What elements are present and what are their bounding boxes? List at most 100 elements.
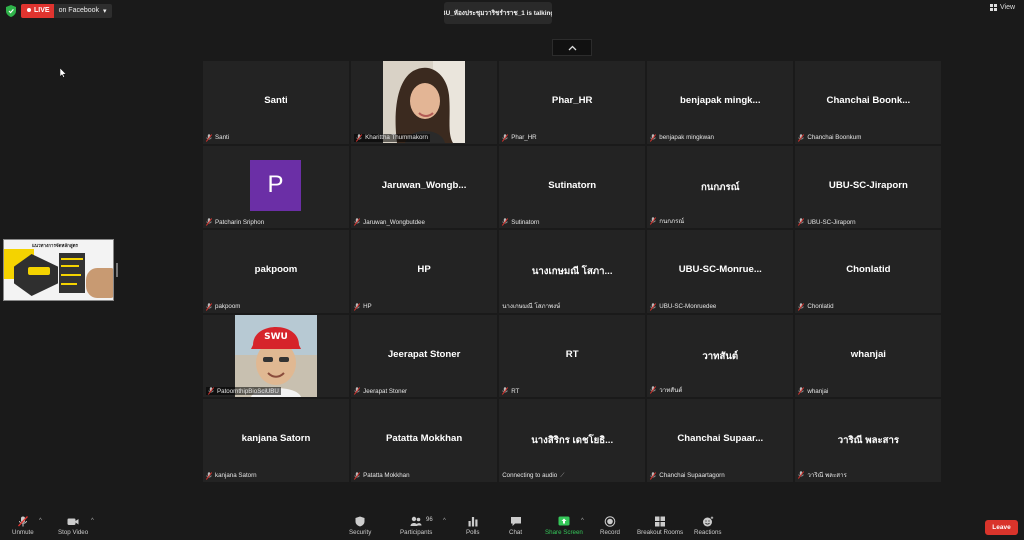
participant-footer-name: UBU-SC-Monruedee [659, 303, 717, 311]
reactions-button[interactable]: Reactions [694, 516, 722, 536]
participant-footer-name: Chanchai Boonkum [807, 134, 862, 142]
slide-graphic [61, 274, 81, 276]
meeting-toolbar: Unmute ^ Stop Video ^ Security Participa… [0, 510, 1024, 540]
participant-tile[interactable]: pakpoom pakpoom [203, 230, 349, 313]
participant-tile[interactable]: HP HP [351, 230, 498, 313]
participant-tile[interactable]: Santi Santi [203, 61, 349, 144]
participant-footer: นางเกษมณี โสภาพงษ์ [502, 301, 560, 311]
muted-mic-icon [206, 472, 212, 480]
participant-tile[interactable]: Jeerapat Stoner Jeerapat Stoner [351, 314, 498, 398]
share-screen-arrow-icon [558, 516, 570, 526]
muted-mic-icon [356, 133, 363, 142]
participant-name: RT [565, 348, 579, 360]
participant-footer: วาทสันต์ [650, 385, 682, 395]
breakout-rooms-label: Breakout Rooms [637, 529, 684, 536]
slide-graphic [28, 267, 50, 275]
share-options-caret-icon[interactable]: ^ [581, 518, 584, 524]
participant-tile[interactable]: UBU-SC-Jiraporn UBU-SC-Jiraporn [795, 145, 942, 229]
participant-footer: Patatta Mokkhan [354, 472, 410, 480]
muted-mic-icon [798, 387, 805, 396]
participant-name: Jeerapat Stoner [387, 348, 461, 360]
facebook-stream-menu[interactable]: on Facebook ▾ [53, 4, 112, 18]
participant-tile[interactable]: วาริณี พละสาร วาริณี พละสาร [795, 399, 942, 482]
video-options-caret-icon[interactable]: ^ [91, 518, 94, 524]
participant-name: กนกภรณ์ [701, 181, 740, 193]
audio-options-caret-icon[interactable]: ^ [39, 518, 42, 524]
thumbnail-resize-handle[interactable] [116, 263, 118, 277]
participant-footer: PatoomthipBioSciUBU [206, 387, 281, 396]
security-button[interactable]: Security [349, 516, 371, 536]
security-shield-icon[interactable] [6, 5, 16, 17]
participant-tile[interactable]: Patatta Mokkhan Patatta Mokkhan [351, 399, 498, 482]
participant-tile[interactable]: RT RT [499, 314, 646, 398]
participant-tile[interactable]: Kharittha Thummakorn [351, 61, 498, 144]
shared-screen-thumbnail[interactable]: แนวทางการจัดหลักสูตร [3, 239, 114, 301]
participant-tile[interactable]: whanjai whanjai [795, 314, 942, 398]
participant-gallery: Santi Santi Kharittha Thummakorn Phar_HR Pha… [203, 61, 942, 482]
participant-name: UBU-SC-Jiraporn [828, 179, 908, 191]
record-button[interactable]: Record [600, 516, 620, 536]
participant-name: pakpoom [254, 264, 298, 276]
share-screen-label: Share Screen [545, 529, 583, 536]
leave-button[interactable]: Leave [985, 520, 1018, 535]
muted-mic-icon [502, 133, 509, 142]
share-screen-button[interactable]: Share Screen [545, 516, 583, 536]
participant-footer-name: นางเกษมณี โสภาพงษ์ [502, 302, 561, 310]
participant-tile[interactable]: Sutinatorn Sutinatorn [499, 145, 646, 229]
participant-footer-name: Sutinatorn [511, 218, 540, 226]
muted-mic-icon [208, 387, 214, 396]
polls-button[interactable]: Polls [466, 516, 479, 536]
view-button[interactable]: View [990, 4, 1015, 11]
live-streaming-badge[interactable]: LIVE on Facebook ▾ [21, 4, 112, 18]
participant-name: Sutinatorn [548, 179, 597, 191]
participant-tile[interactable]: UBU-SC-Monrue... UBU-SC-Monruedee [647, 230, 794, 313]
participant-footer: Jaruwan_Wongbutdee [354, 218, 425, 226]
participants-options-caret-icon[interactable]: ^ [443, 518, 446, 524]
participant-tile[interactable]: Chonlatid Chonlatid [795, 230, 942, 313]
chevron-down-icon: ▾ [103, 8, 107, 15]
participant-footer-name: HP [363, 303, 372, 311]
participant-name: Phar_HR [551, 95, 593, 106]
participant-tile[interactable]: Jaruwan_Wongb... Jaruwan_Wongbutdee [351, 145, 498, 229]
participant-tile[interactable]: นางเกษมณี โสภา... นางเกษมณี โสภาพงษ์ [499, 230, 646, 313]
participant-tile[interactable]: kanjana Satorn kanjana Satorn [203, 399, 349, 482]
participant-tile[interactable]: กนกภรณ์ กนกภรณ์ [647, 145, 794, 229]
participant-footer: Jeerapat Stoner [354, 387, 408, 396]
participant-tile[interactable]: P Patcharin Sriphon [203, 145, 349, 229]
svg-text:SWU: SWU [264, 332, 288, 342]
participant-footer-name: Patatta Mokkhan [363, 472, 410, 480]
muted-mic-icon [650, 472, 657, 480]
chat-bubble-icon [510, 517, 521, 526]
participant-footer-name: kanjana Satorn [215, 472, 257, 480]
collapse-video-panel-button[interactable] [552, 39, 592, 56]
muted-mic-icon [354, 387, 361, 396]
facebook-label: on Facebook [58, 7, 100, 14]
muted-mic-icon [798, 133, 805, 142]
mouse-cursor-icon [60, 68, 67, 78]
chat-button[interactable]: Chat [509, 516, 522, 536]
muted-mic-icon [354, 472, 361, 480]
breakout-rooms-button[interactable]: Breakout Rooms [637, 516, 683, 536]
participant-name: Chanchai Supaar... [677, 433, 764, 445]
stop-video-button[interactable]: Stop Video [58, 516, 88, 536]
security-label: Security [349, 529, 372, 536]
unmute-label: Unmute [12, 529, 34, 536]
participant-footer-name: Jeerapat Stoner [363, 387, 408, 395]
participant-footer-name: Chonlatid [807, 303, 834, 311]
participant-footer-name: benjapak mingkwan [659, 134, 714, 142]
participant-tile[interactable]: Chanchai Boonk... Chanchai Boonkum [795, 61, 942, 144]
participant-tile[interactable]: Chanchai Supaar... Chanchai Supaartagorn [647, 399, 794, 482]
participant-tile[interactable]: SWU PatoomthipBioSciUBU [203, 314, 349, 398]
participant-footer: Patcharin Sriphon [206, 218, 264, 226]
participant-tile[interactable]: นางสิริกร เดชโยธิ... Connecting to audio ⟋ [499, 399, 646, 482]
participant-footer-name: Jaruwan_Wongbutdee [363, 218, 425, 226]
muted-mic-icon [650, 302, 657, 311]
stop-video-label: Stop Video [58, 529, 89, 536]
unmute-button[interactable]: Unmute [12, 516, 34, 536]
participant-tile[interactable]: วาทสันต์ วาทสันต์ [647, 314, 794, 398]
participant-tile[interactable]: Phar_HR Phar_HR [499, 61, 646, 144]
participant-avatar: P [250, 159, 301, 211]
muted-mic-icon [354, 218, 361, 226]
participant-tile[interactable]: benjapak mingk... benjapak mingkwan [647, 61, 794, 144]
participant-name: kanjana Satorn [241, 433, 311, 445]
